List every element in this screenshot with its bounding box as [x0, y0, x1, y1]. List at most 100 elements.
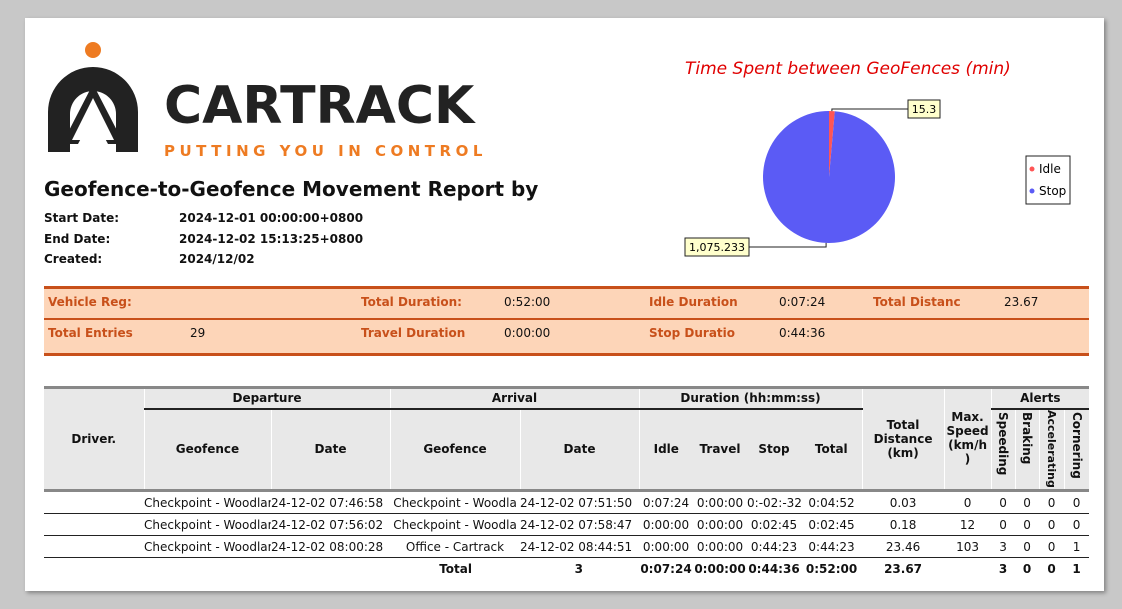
th-braking: Braking — [1015, 408, 1040, 491]
pie-chart: 15.3 1,075.233 Idle Stop — [684, 99, 1071, 257]
start-date-value: 2024-12-01 00:00:00+0800 — [179, 211, 364, 225]
totals-label: Total — [439, 561, 473, 576]
stop-duration-value: 0:44:36 — [779, 326, 826, 340]
total-duration-label: Total Duration: — [361, 295, 462, 309]
cell-braking: 0 — [1023, 539, 1031, 554]
th-duration: Duration (hh:mm:ss) — [639, 386, 863, 410]
cell-idle: 0:00:00 — [642, 517, 690, 532]
th-idle: Idle — [639, 408, 694, 491]
cell-accelerating: 0 — [1047, 517, 1056, 532]
totals-cornering: 1 — [1072, 561, 1081, 576]
table-row: Checkpoint - Woodlan 24-12-02 07:56:02 Che… — [44, 514, 1090, 536]
pie-callout-line — [831, 108, 908, 112]
table-row: Checkpoint - Woodlan 24-12-02 07:46:58 Che… — [44, 491, 1090, 514]
cell-speed: 103 — [956, 539, 979, 554]
stop-duration-label: Stop Duratio — [649, 326, 736, 340]
idle-duration-value: 0:07:24 — [779, 295, 826, 309]
th-stop: Stop — [747, 408, 802, 491]
total-distance-value: 23.67 — [1004, 295, 1039, 309]
cell-stop: 0:02:45 — [750, 517, 798, 532]
th-driver: Driver. — [44, 386, 145, 491]
th-alerts: Alerts — [991, 386, 1090, 410]
cell-travel: 0:00:00 — [696, 517, 744, 532]
th-travel: Travel — [693, 408, 748, 491]
cell-speeding: 0 — [999, 517, 1007, 532]
th-total-distance: Total Distance (km) — [862, 386, 945, 491]
cell-driver — [44, 514, 144, 536]
th-total: Total — [801, 408, 863, 491]
cell-distance: 0.18 — [889, 517, 917, 532]
brand-name: CARTRACK — [164, 76, 475, 136]
legend-label: Stop — [1039, 184, 1066, 198]
legend-swatch — [1029, 188, 1035, 194]
pie-value-label: 1,075.233 — [689, 241, 745, 254]
cell-distance: 0.03 — [889, 495, 917, 510]
cell-idle: 0:00:00 — [642, 539, 690, 554]
cell-total: 0:02:45 — [808, 517, 855, 532]
created-row: Created: 2024/12/02 — [44, 252, 255, 266]
th-arr-date: Date — [520, 408, 640, 491]
chart-title: Time Spent between GeoFences (min) — [685, 59, 1011, 79]
cell-total: 0:04:52 — [808, 495, 855, 510]
cell-arr-date: 24-12-02 07:51:50 — [520, 495, 633, 510]
cell-driver — [44, 536, 144, 558]
totals-travel: 0:00:00 — [694, 561, 746, 576]
cell-driver — [44, 491, 144, 514]
totals-accelerating: 0 — [1047, 561, 1056, 576]
report-table: Driver. Departure Arrival Duration (hh:m… — [44, 386, 1090, 580]
cell-stop: 0:-02:-32 — [747, 495, 802, 510]
cell-dep-geofence: Checkpoint - Woodlan — [144, 517, 271, 532]
total-duration-value: 0:52:00 — [504, 295, 551, 309]
cell-speeding: 0 — [999, 495, 1007, 510]
th-dep-date: Date — [271, 408, 391, 491]
cell-travel: 0:00:00 — [696, 495, 744, 510]
th-cornering: Cornering — [1064, 408, 1090, 491]
created-value: 2024/12/02 — [179, 252, 255, 266]
total-entries-label: Total Entries — [48, 326, 133, 340]
cell-dep-geofence: Checkpoint - Woodlan — [144, 539, 271, 554]
start-date-row: Start Date: 2024-12-01 00:00:00+0800 — [44, 211, 363, 225]
th-speeding: Speeding — [991, 408, 1016, 491]
cell-dep-geofence: Checkpoint - Woodlan — [144, 495, 271, 510]
th-braking-text: Braking — [1020, 411, 1035, 464]
pie-callout-line — [749, 242, 827, 248]
report-title: Geofence-to-Geofence Movement Report by — [44, 177, 539, 201]
logo-dot — [85, 42, 101, 58]
pie-slice-stop — [763, 111, 895, 243]
cell-arr-geofence: Office - Cartrack — [405, 539, 505, 554]
cell-cornering: 1 — [1072, 539, 1081, 554]
total-distance-label: Total Distanc — [873, 295, 961, 309]
cell-speed: 12 — [959, 517, 976, 532]
totals-braking: 0 — [1022, 561, 1032, 576]
cell-dep-date: 24-12-02 08:00:28 — [271, 539, 384, 554]
end-date-label: End Date: — [44, 232, 111, 246]
totals-row: Total 3 0:07:24 0:00:00 0:44:36 0:52:00 … — [44, 558, 1089, 580]
travel-duration-value: 0:00:00 — [504, 326, 551, 340]
end-date-value: 2024-12-02 15:13:25+0800 — [179, 232, 364, 246]
cell-cornering: 0 — [1072, 517, 1081, 532]
th-speeding-text: Speeding — [996, 411, 1011, 475]
travel-duration-label: Travel Duration — [361, 326, 466, 340]
cell-distance: 23.46 — [885, 539, 921, 554]
created-label: Created: — [44, 252, 103, 266]
legend-swatch — [1029, 166, 1035, 172]
th-cornering-text: Cornering — [1069, 411, 1084, 479]
cell-dep-date: 24-12-02 07:46:58 — [271, 495, 384, 510]
cell-accelerating: 0 — [1047, 495, 1056, 510]
cell-arr-date: 24-12-02 08:44:51 — [520, 539, 633, 554]
end-date-row: End Date: 2024-12-02 15:13:25+0800 — [44, 232, 363, 246]
th-max-speed: Max. Speed (km/h ) — [944, 386, 992, 491]
cell-travel: 0:00:00 — [696, 539, 744, 554]
summary-band: Vehicle Reg: Total Duration: 0:52:00 Idl… — [44, 286, 1089, 356]
idle-duration-label: Idle Duration — [649, 295, 738, 309]
legend-label: Idle — [1039, 162, 1061, 176]
th-departure: Departure — [144, 386, 391, 410]
totals-speeding: 3 — [998, 561, 1008, 576]
brand-tagline: PUTTING YOU IN CONTROL — [164, 142, 487, 160]
cell-cornering: 0 — [1072, 495, 1081, 510]
cell-dep-date: 24-12-02 07:56:02 — [271, 517, 384, 532]
totals-count: 3 — [574, 561, 584, 576]
th-accelerating: Accelerating — [1039, 408, 1065, 491]
start-date-label: Start Date: — [44, 211, 120, 225]
pie-value-label: 15.3 — [912, 103, 937, 116]
